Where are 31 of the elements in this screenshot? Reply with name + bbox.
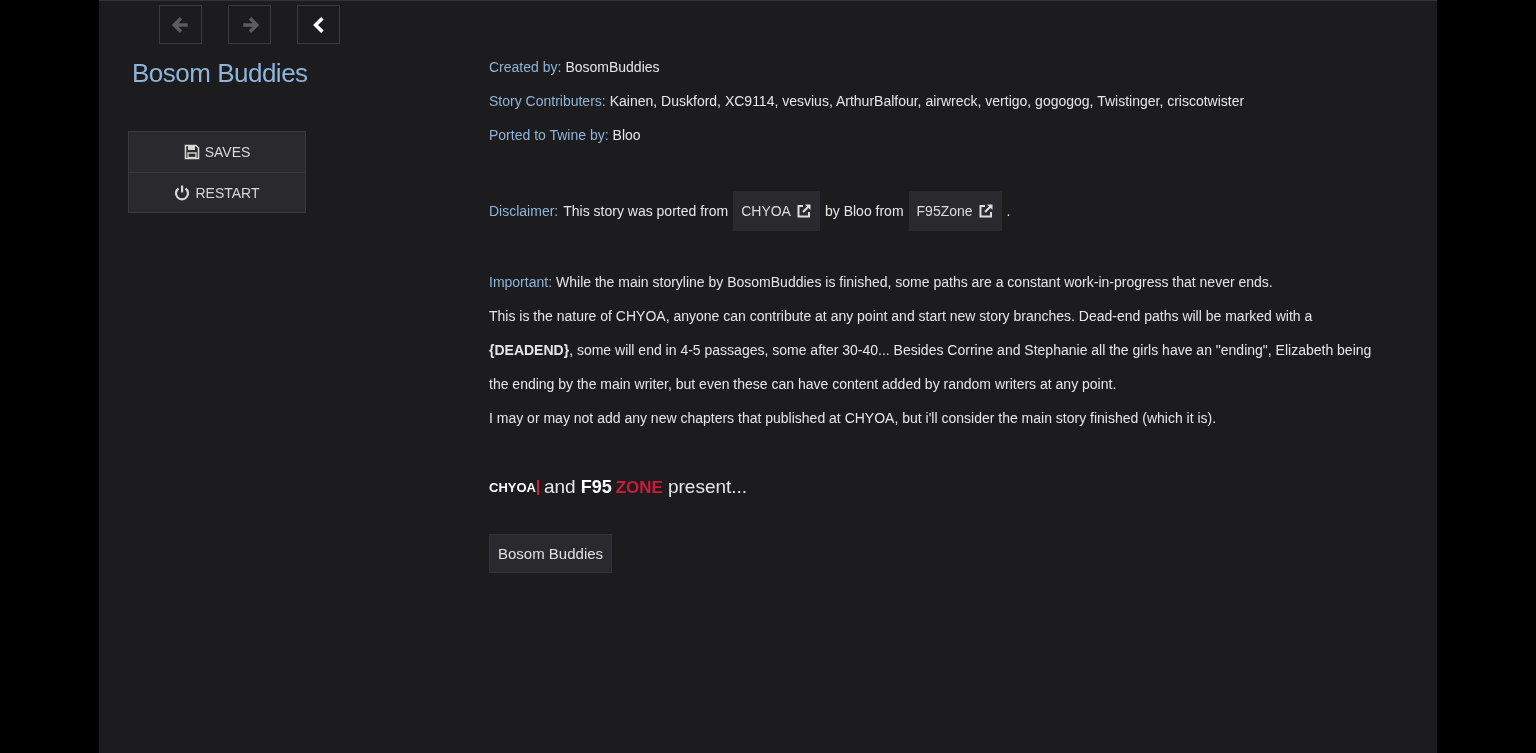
collapse-button[interactable] bbox=[297, 5, 340, 44]
important-text: While the main storyline by BosomBuddies is finished, some paths are a constant work-in-progress that never ends. bbox=[556, 274, 1273, 290]
story-link-button[interactable]: Bosom Buddies bbox=[489, 534, 613, 573]
saves-button[interactable]: SAVES bbox=[129, 132, 305, 172]
right-arrow-icon bbox=[240, 15, 259, 34]
disclaimer-text: by Bloo from bbox=[824, 203, 904, 219]
power-icon bbox=[174, 184, 191, 201]
present-text: present... bbox=[667, 476, 748, 498]
credit-label: Ported to Twine by: bbox=[489, 127, 609, 143]
credit-value: BosomBuddies bbox=[565, 59, 660, 75]
story-title: Bosom Buddies bbox=[132, 58, 307, 89]
f95zone-link[interactable]: F95Zone bbox=[908, 191, 1002, 231]
disclaimer-label: Disclaimer: bbox=[489, 203, 559, 219]
period: . bbox=[1006, 203, 1011, 219]
f95zone-logo: F95 ZONE bbox=[580, 476, 663, 498]
credit-value: Bloo bbox=[612, 127, 641, 143]
chyoa-link[interactable]: CHYOA bbox=[733, 191, 820, 231]
save-icon bbox=[183, 144, 200, 160]
credit-value: Kainen, Duskford, XC9114, vesvius, ArthurBalfour, airwreck, vertigo, gogogog, Twistinger, criscotwister bbox=[609, 93, 1245, 109]
important-text: I may or may not add any new chapters that published at CHYOA, but i'll consider the main story finished (which it is). bbox=[489, 409, 1218, 428]
important-text: This is the nature of CHYOA, anyone can contribute at any point and start new story branches. Dead-end paths will be marked with a {DEADEND}, some will end in 4-5 passages, some after 30-40... Besides Corrine and Stephanie all the girls have an "ending", Elizabeth being the ending by the main writer, but even these can have content added by random writers at any point. bbox=[489, 307, 1373, 394]
external-link-icon bbox=[795, 203, 812, 219]
credit-label: Story Contributers: bbox=[489, 93, 606, 109]
present-text: and bbox=[543, 476, 576, 498]
important-label: Important: bbox=[489, 274, 553, 290]
external-link-icon bbox=[977, 203, 994, 219]
credit-label: Created by: bbox=[489, 59, 562, 75]
chyoa-logo: CHYOA bbox=[489, 479, 539, 495]
restart-button[interactable]: RESTART bbox=[129, 172, 305, 212]
disclaimer-text: This story was ported from bbox=[563, 203, 729, 219]
left-arrow-icon bbox=[171, 15, 190, 34]
